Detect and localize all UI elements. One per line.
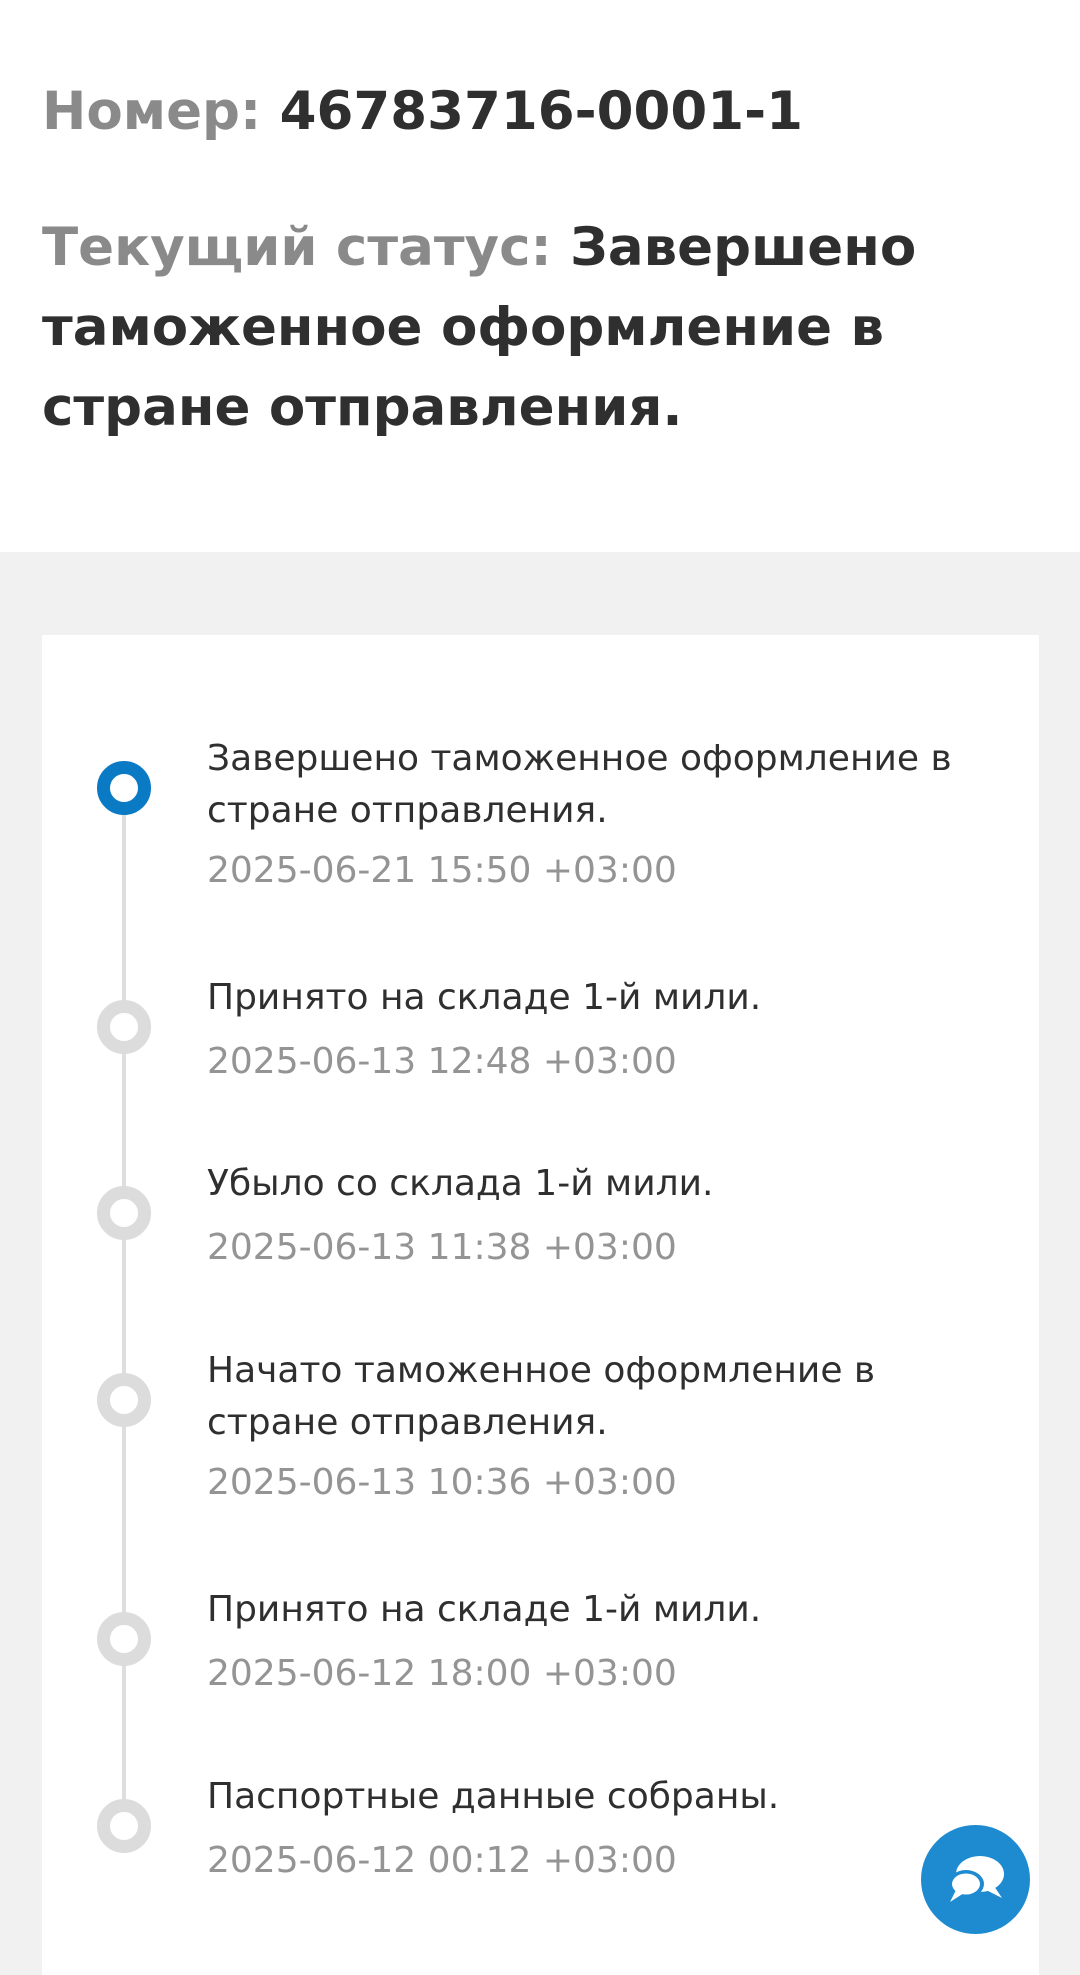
event-time: 2025-06-13 10:36 +03:00 (207, 1462, 677, 1503)
chat-bubbles-icon (947, 1855, 1004, 1902)
event-time: 2025-06-12 18:00 +03:00 (207, 1653, 677, 1694)
current-status: Текущий статус: Завершено таможенное офо… (42, 208, 1042, 448)
event-title: Паспортные данные собраны. (207, 1776, 780, 1817)
tracking-timeline-card: Завершено таможенное оформление в стране… (42, 635, 1039, 1975)
number-value: 46783716-0001-1 (279, 81, 804, 142)
status-label: Текущий статус: (42, 217, 552, 278)
event-title: Начато таможенное оформление в стране от… (207, 1350, 876, 1443)
event-title: Убыло со склада 1-й мили. (207, 1163, 714, 1204)
event-title: Принято на складе 1-й мили. (207, 977, 762, 1018)
timeline-dot (97, 1186, 151, 1240)
chat-button[interactable] (921, 1825, 1030, 1934)
timeline-dot (97, 1799, 151, 1853)
timeline-dot-active (97, 761, 151, 815)
timeline-dot (97, 1612, 151, 1666)
number-label: Номер: (42, 81, 262, 142)
tracking-header: Номер: 46783716-0001-1 Текущий статус: З… (0, 0, 1080, 552)
event-time: 2025-06-21 15:50 +03:00 (207, 850, 677, 891)
event-title: Принято на складе 1-й мили. (207, 1589, 762, 1630)
event-title: Завершено таможенное оформление в стране… (207, 738, 952, 831)
timeline-dot (97, 1373, 151, 1427)
event-time: 2025-06-13 12:48 +03:00 (207, 1041, 677, 1082)
timeline-dot (97, 1000, 151, 1054)
event-time: 2025-06-12 00:12 +03:00 (207, 1840, 677, 1881)
tracking-number: Номер: 46783716-0001-1 (42, 78, 803, 146)
event-time: 2025-06-13 11:38 +03:00 (207, 1227, 677, 1268)
